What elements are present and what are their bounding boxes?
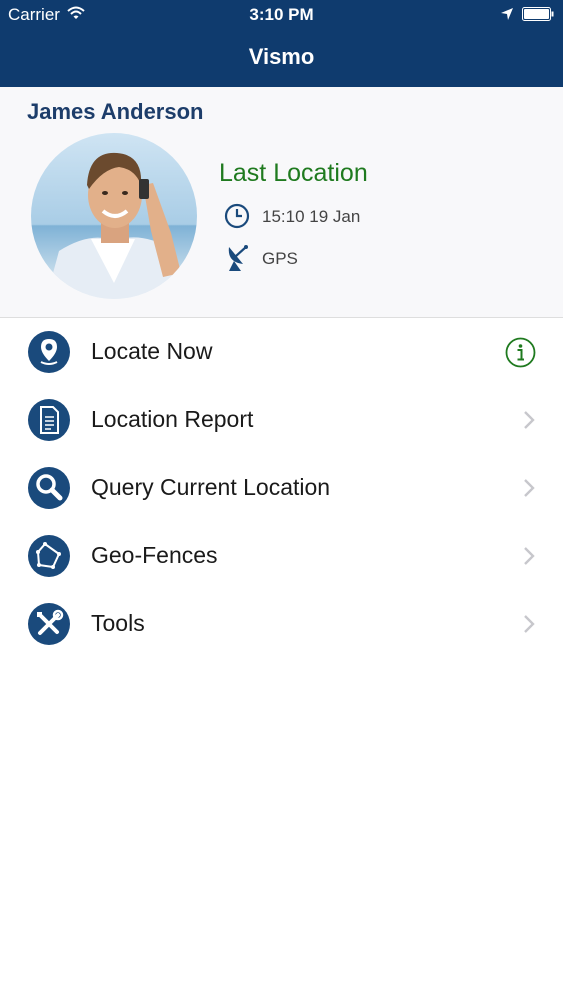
chevron-right-icon bbox=[524, 479, 535, 497]
last-location-source: GPS bbox=[262, 249, 298, 268]
profile-name: James Anderson bbox=[27, 99, 204, 124]
profile-card: James Anderson Last Location 15:10 19 Ja… bbox=[0, 87, 563, 318]
menu-item-label: Location Report bbox=[91, 406, 254, 432]
battery-icon bbox=[522, 7, 554, 21]
location-arrow-icon bbox=[501, 8, 513, 20]
polygon-icon bbox=[28, 535, 70, 577]
menu-item-locate-now[interactable]: Locate Now bbox=[0, 318, 563, 386]
satellite-dish-icon bbox=[228, 245, 248, 271]
menu-item-label: Locate Now bbox=[91, 338, 213, 364]
status-bar: Carrier 3:10 PM bbox=[0, 0, 563, 30]
menu-item-location-report[interactable]: Location Report bbox=[0, 386, 563, 454]
menu-item-query-current-location[interactable]: Query Current Location bbox=[0, 454, 563, 522]
document-icon bbox=[28, 399, 70, 441]
map-pin-icon bbox=[28, 331, 70, 373]
status-time: 3:10 PM bbox=[249, 5, 314, 24]
last-location-time: 15:10 19 Jan bbox=[262, 207, 361, 226]
chevron-right-icon bbox=[524, 411, 535, 429]
menu-item-geo-fences[interactable]: Geo-Fences bbox=[0, 522, 563, 590]
magnifier-icon bbox=[28, 467, 70, 509]
chevron-right-icon bbox=[524, 547, 535, 565]
menu-item-label: Geo-Fences bbox=[91, 542, 218, 568]
navigation-bar: Carrier 3:10 PM Vismo bbox=[0, 0, 563, 87]
menu-item-tools[interactable]: Tools bbox=[0, 590, 563, 658]
avatar[interactable] bbox=[31, 133, 197, 299]
menu-list: Locate Now Location Report Query Current… bbox=[0, 318, 563, 658]
menu-item-label: Tools bbox=[91, 610, 145, 636]
info-icon[interactable] bbox=[505, 337, 536, 368]
tools-icon bbox=[28, 603, 70, 645]
chevron-right-icon bbox=[524, 615, 535, 633]
last-location-title: Last Location bbox=[219, 159, 368, 187]
nav-title: Vismo bbox=[248, 44, 315, 69]
menu-item-label: Query Current Location bbox=[91, 474, 331, 500]
clock-icon bbox=[224, 203, 250, 229]
